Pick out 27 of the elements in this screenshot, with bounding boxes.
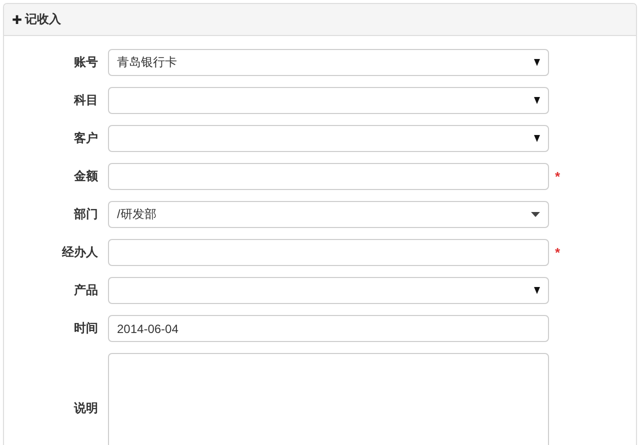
caret-icon [534,59,540,66]
field-label: 科目 [72,92,98,109]
select-field[interactable]: /研发部 [108,201,549,228]
field-label: 经办人 [60,244,98,261]
field-label: 产品 [73,282,98,299]
caret-icon [534,287,540,294]
text-area[interactable] [108,353,549,445]
field-label: 说明 [72,400,98,416]
field-label: 时间 [73,320,98,337]
caret-icon [534,97,540,104]
input-field[interactable]: 2014-06-04 [108,315,549,342]
field-label: 客户 [73,130,98,147]
field-label: 账号 [73,54,98,71]
field-label: 金额 [73,168,98,185]
select-field[interactable]: 青岛银行卡 [108,49,549,76]
required-mark: * [555,245,560,260]
plus-icon: ✚ [12,12,22,26]
select-field[interactable] [108,277,549,304]
caret-icon [531,212,540,217]
required-mark: * [555,169,560,184]
caret-icon [534,135,540,142]
select-field[interactable] [108,87,549,114]
panel-title: 记收入 [25,11,62,28]
select-field[interactable] [108,125,549,152]
field-label: 部门 [72,206,98,223]
input-field[interactable] [108,163,549,190]
input-field[interactable] [108,239,549,266]
